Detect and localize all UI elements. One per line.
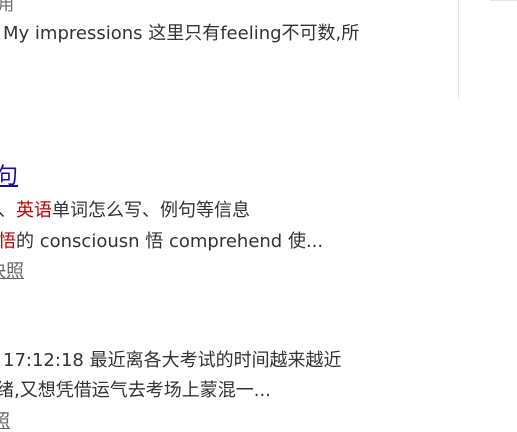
result2-snapshot-link[interactable]: 快照 (0, 261, 24, 282)
result2-snippet-line1: 、英语单词怎么写、例句等信息 (0, 200, 250, 222)
result2-snippet1-highlight: 英语 (16, 200, 52, 221)
result3-snapshot[interactable]: 照 (0, 411, 10, 432)
result3-snippet1-text: 17:12:18 最近离各大考试的时间越来越近 (3, 350, 342, 371)
result2-snippet1-prefix: 、 (0, 200, 16, 221)
result2-snippet2-highlight: 悟 (0, 231, 16, 252)
result2-snippet-line2: 悟的 consciousn 悟 comprehend 使... (0, 231, 323, 253)
result1-meta-text: 用 (0, 0, 15, 14)
result2-title[interactable]: 句 (0, 164, 18, 190)
result1-snippet: My impressions 这里只有feeling不可数,所 (3, 23, 359, 45)
result3-snippet-line2: 绪,又想凭借运气去考场上蒙混一... (0, 380, 271, 402)
right-panel-top-border (490, 0, 517, 1)
result2-title-link[interactable]: 句 (0, 164, 18, 189)
result3-snippet-line1: 17:12:18 最近离各大考试的时间越来越近 (3, 350, 342, 372)
result2-snapshot[interactable]: 快照 (0, 261, 24, 283)
result1-snippet-text: My impressions 这里只有feeling不可数,所 (3, 23, 360, 44)
result3-snapshot-link[interactable]: 照 (0, 411, 10, 432)
result1-meta: 用 (0, 0, 14, 16)
search-results-page: 用 My impressions 这里只有feeling不可数,所 句 、英语单… (0, 0, 517, 432)
right-panel-divider (458, 0, 459, 99)
result3-snippet2-text: 绪,又想凭借运气去考场上蒙混一... (0, 380, 271, 401)
result2-snippet2-suffix: 的 consciousn 悟 comprehend 使... (16, 231, 324, 252)
result2-snippet1-suffix: 单词怎么写、例句等信息 (52, 200, 250, 221)
